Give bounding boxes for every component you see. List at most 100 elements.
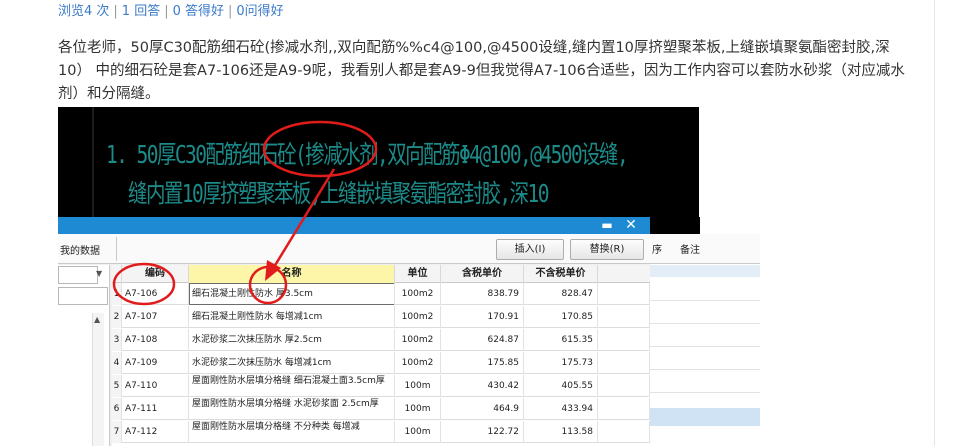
row-code: A7-112: [122, 421, 189, 443]
row-unit: 100m: [395, 398, 441, 420]
panel-scrollbar[interactable]: ▲: [92, 313, 104, 446]
row-code: A7-106: [122, 283, 189, 305]
row-filler: [598, 375, 650, 397]
row-code: A7-111: [122, 398, 189, 420]
cad-drawing: 1. 50厚C30配筋细石砼(掺减水剂,双向配筋Φ4@100,@4500设缝, …: [58, 107, 699, 217]
library-select[interactable]: [58, 266, 98, 284]
row-tax-price: 175.85: [441, 352, 524, 374]
detail-pane-header: 序 备注: [650, 234, 760, 264]
detail-gridline: [650, 369, 760, 370]
row-name: 屋面刚性防水层填分格缝 不分种类 每增减: [189, 421, 395, 443]
row-pretax-price: 113.58: [524, 421, 598, 443]
table-row[interactable]: 3 A7-108 水泥砂浆二次抹压防水 厚2.5cm 100m2 624.87 …: [112, 329, 650, 351]
detail-col-index[interactable]: 序: [652, 241, 662, 256]
header-code[interactable]: 编码: [122, 265, 189, 283]
window-titlebar: ▬ ✕: [58, 217, 650, 234]
row-index: 5: [112, 375, 122, 397]
detail-gridline: [650, 392, 760, 393]
row-pretax-price: 828.47: [524, 283, 598, 305]
row-unit: 100m: [395, 421, 441, 443]
detail-gridline: [650, 323, 760, 324]
detail-pane: 序 备注: [650, 217, 760, 446]
table-row[interactable]: 5 A7-110 屋面刚性防水层填分格缝 细石混凝土面3.5cm厚 100m 4…: [112, 375, 650, 397]
row-code: A7-108: [122, 329, 189, 351]
header-index: [112, 265, 122, 283]
row-tax-price: 170.91: [441, 306, 524, 328]
search-input[interactable]: [58, 287, 108, 305]
row-filler: [598, 283, 650, 305]
row-code: A7-109: [122, 352, 189, 374]
table-row[interactable]: 4 A7-109 水泥砂浆二次抹压防水 每增减1cm 100m2 175.85 …: [112, 352, 650, 374]
quota-table: 编码 名称 单位 含税单价 不含税单价 1 A7-106 细石混凝土刚性防水 厚…: [112, 265, 650, 446]
row-index: 6: [112, 398, 122, 420]
detail-col-remark[interactable]: 备注: [680, 241, 700, 256]
row-filler: [598, 398, 650, 420]
table-row[interactable]: 2 A7-107 细石混凝土刚性防水 每增减1cm 100m2 170.91 1…: [112, 306, 650, 328]
row-index: 2: [112, 306, 122, 328]
stats-separator: |: [228, 4, 233, 19]
attached-screenshot: 1. 50厚C30配筋细石砼(掺减水剂,双向配筋Φ4@100,@4500设缝, …: [58, 107, 760, 446]
detail-selected-row[interactable]: [650, 408, 760, 426]
row-index: 1: [112, 283, 122, 305]
row-tax-price: 624.87: [441, 329, 524, 351]
row-code: A7-107: [122, 306, 189, 328]
row-name: 屋面刚性防水层填分格缝 细石混凝土面3.5cm厚: [189, 375, 395, 397]
scroll-up-icon[interactable]: ▲: [94, 315, 100, 324]
cad-text-line-1: 1. 50厚C30配筋细石砼(掺减水剂,双向配筋Φ4@100,@4500设缝,: [106, 140, 629, 169]
views-count[interactable]: 浏览4 次: [58, 4, 109, 19]
row-unit: 100m2: [395, 329, 441, 351]
tab-my-data[interactable]: 我的数据: [60, 242, 100, 257]
insert-button[interactable]: 插入(I): [496, 239, 564, 260]
row-filler: [598, 421, 650, 443]
table-row[interactable]: 7 A7-112 屋面刚性防水层填分格缝 不分种类 每增减 100m 122.7…: [112, 421, 650, 443]
row-pretax-price: 170.85: [524, 306, 598, 328]
header-tax-price[interactable]: 含税单价: [441, 265, 524, 283]
row-unit: 100m2: [395, 283, 441, 305]
table-header: 编码 名称 单位 含税单价 不含税单价: [112, 265, 650, 283]
row-index: 3: [112, 329, 122, 351]
row-pretax-price: 433.94: [524, 398, 598, 420]
row-name: 水泥砂浆二次抹压防水 每增减1cm: [189, 352, 395, 374]
row-tax-price: 838.79: [441, 283, 524, 305]
cad-frame-line: [92, 107, 94, 217]
row-index: 7: [112, 421, 122, 443]
minimize-icon[interactable]: ▬: [596, 217, 618, 234]
header-pretax-price[interactable]: 不含税单价: [524, 265, 598, 283]
row-name: 水泥砂浆二次抹压防水 厚2.5cm: [189, 329, 395, 351]
row-code: A7-110: [122, 375, 189, 397]
cad-edge: [650, 217, 700, 234]
good-questions-count[interactable]: 0问得好: [236, 4, 283, 19]
content-border: [934, 0, 935, 446]
row-unit: 100m2: [395, 352, 441, 374]
replace-button[interactable]: 替换(R): [570, 239, 644, 260]
close-icon[interactable]: ✕: [620, 217, 642, 234]
answers-count[interactable]: 1 回答: [122, 4, 160, 19]
row-pretax-price: 615.35: [524, 329, 598, 351]
stats-separator: |: [164, 4, 169, 19]
row-tax-price: 122.72: [441, 421, 524, 443]
row-unit: 100m: [395, 375, 441, 397]
row-filler: [598, 329, 650, 351]
row-tax-price: 430.42: [441, 375, 524, 397]
header-unit[interactable]: 单位: [395, 265, 441, 283]
row-name: 屋面刚性防水层填分格缝 水泥砂浆面 2.5cm厚: [189, 398, 395, 420]
row-filler: [598, 352, 650, 374]
header-name[interactable]: 名称: [189, 265, 395, 283]
post-stats: 浏览4 次 | 1 回答 | 0 答得好 | 0问得好: [58, 0, 284, 19]
row-filler: [598, 306, 650, 328]
table-row[interactable]: 1 A7-106 细石混凝土刚性防水 厚3.5cm 100m2 838.79 8…: [112, 283, 650, 305]
row-name: 细石混凝土刚性防水 厚3.5cm: [189, 283, 395, 305]
detail-row-band: [650, 265, 760, 277]
row-pretax-price: 405.55: [524, 375, 598, 397]
good-answers-count[interactable]: 0 答得好: [173, 4, 224, 19]
quota-lookup-window: ▬ ✕ 我的数据 插入(I) 替换(R) ▼ ▲ 编码 名称 单位 含税单价 不…: [58, 217, 760, 446]
cad-text-line-2: 缝内置10厚挤塑聚苯板,上缝嵌填聚氨酯密封胶,深10: [128, 179, 549, 208]
chevron-down-icon[interactable]: ▼: [96, 269, 102, 278]
detail-gridline: [650, 300, 760, 301]
window-toolbar: 我的数据 插入(I) 替换(R): [58, 234, 650, 264]
table-row[interactable]: 6 A7-111 屋面刚性防水层填分格缝 水泥砂浆面 2.5cm厚 100m 4…: [112, 398, 650, 420]
question-text: 各位老师，50厚C30配筋细石砼(掺减水剂,,双向配筋%%c4@100,@450…: [58, 40, 905, 102]
stats-separator: |: [113, 4, 118, 19]
row-tax-price: 464.9: [441, 398, 524, 420]
row-unit: 100m2: [395, 306, 441, 328]
